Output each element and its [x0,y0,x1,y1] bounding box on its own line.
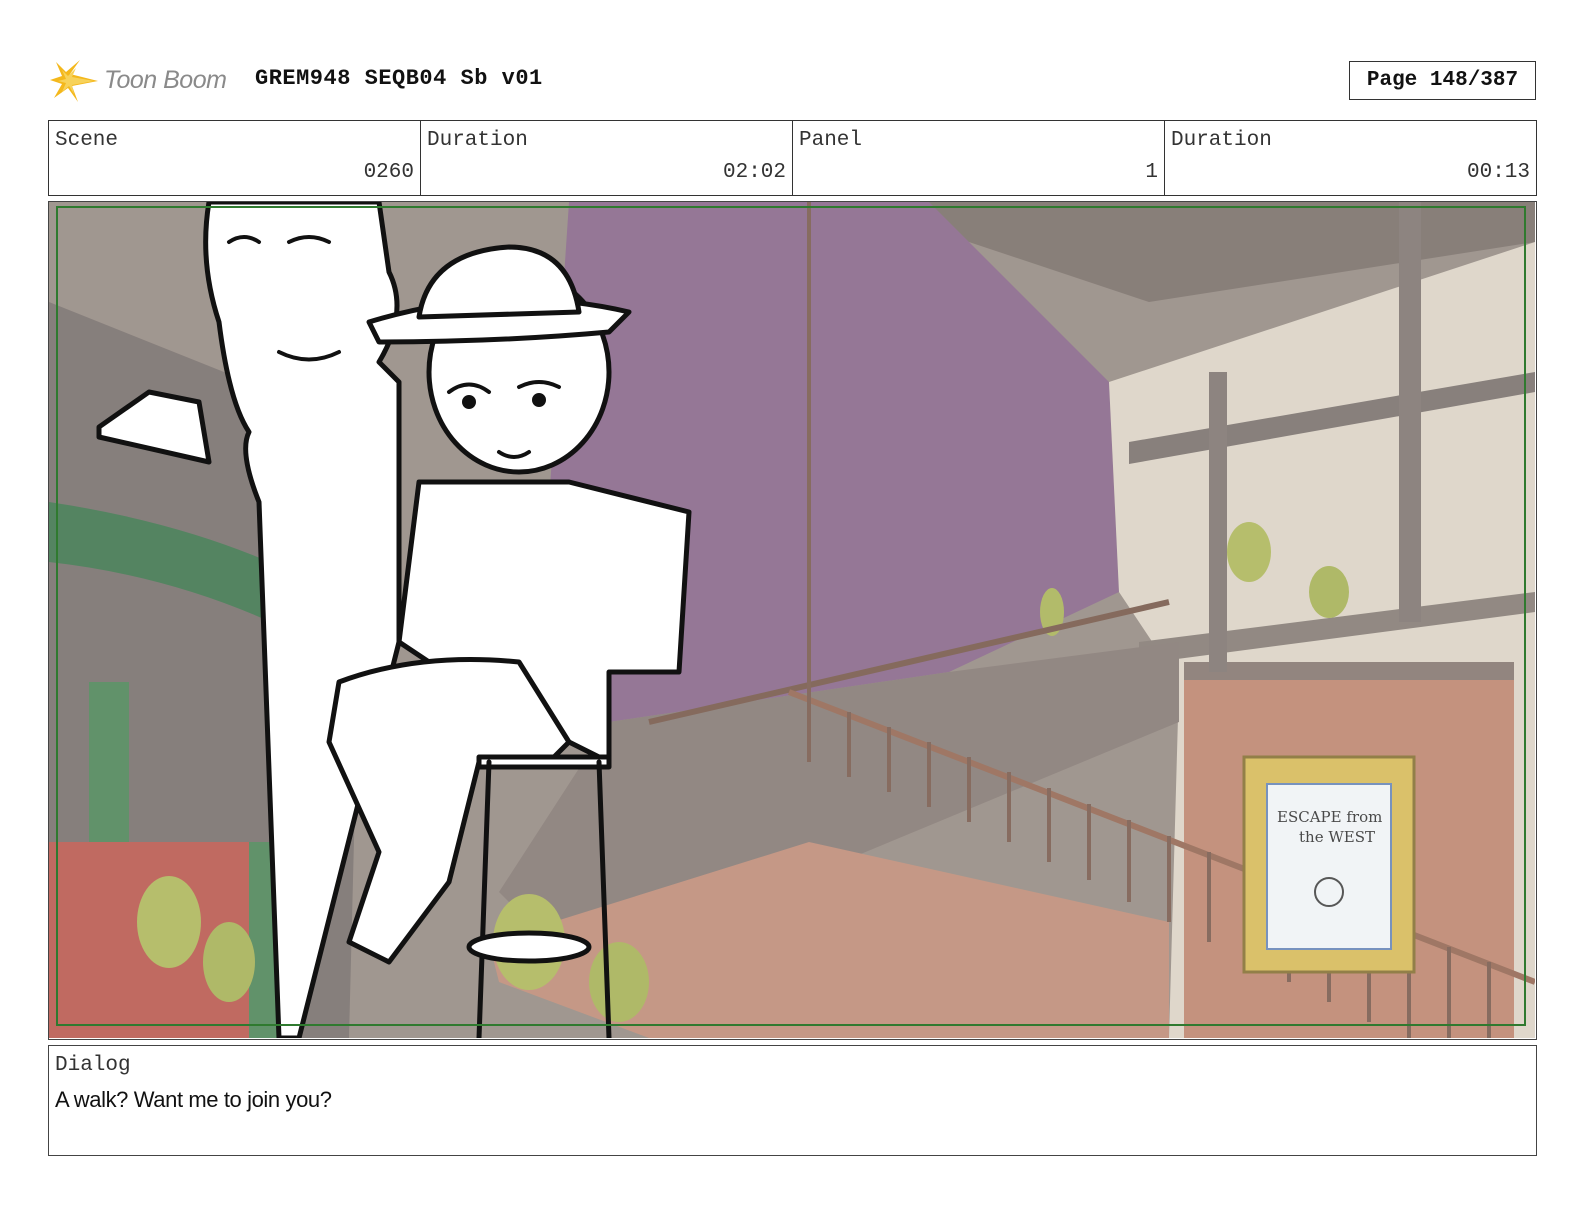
starburst-icon [50,60,98,102]
scene-cell: Scene 0260 [49,121,421,195]
scene-duration-value: 02:02 [722,161,786,184]
panel-duration-cell: Duration 00:13 [1165,121,1536,195]
panel-label: Panel [799,129,863,152]
scene-info-table: Scene 0260 Duration 02:02 Panel 1 Durati… [48,120,1537,196]
dialog-text: A walk? Want me to join you? [55,1087,332,1112]
scene-label: Scene [55,129,119,152]
document-title: GREM948 SEQB04 Sb v01 [255,66,543,91]
scene-duration-cell: Duration 02:02 [421,121,793,195]
panel-cell: Panel 1 [793,121,1165,195]
page-indicator: Page 148/387 [1349,61,1536,100]
panel-duration-label: Duration [1171,129,1272,152]
toon-boom-logo: Toon Boom [50,56,240,106]
scene-value: 0260 [363,161,414,184]
panel-duration-value: 00:13 [1466,161,1530,184]
logo-text: Toon Boom [104,66,227,94]
storyboard-panel: ESCAPE from the WEST [48,201,1537,1040]
dialog-label: Dialog [55,1054,131,1077]
panel-artwork: ESCAPE from the WEST [49,202,1535,1038]
scene-duration-label: Duration [427,129,528,152]
dialog-box: Dialog A walk? Want me to join you? [48,1045,1537,1156]
panel-value: 1 [1145,161,1158,184]
